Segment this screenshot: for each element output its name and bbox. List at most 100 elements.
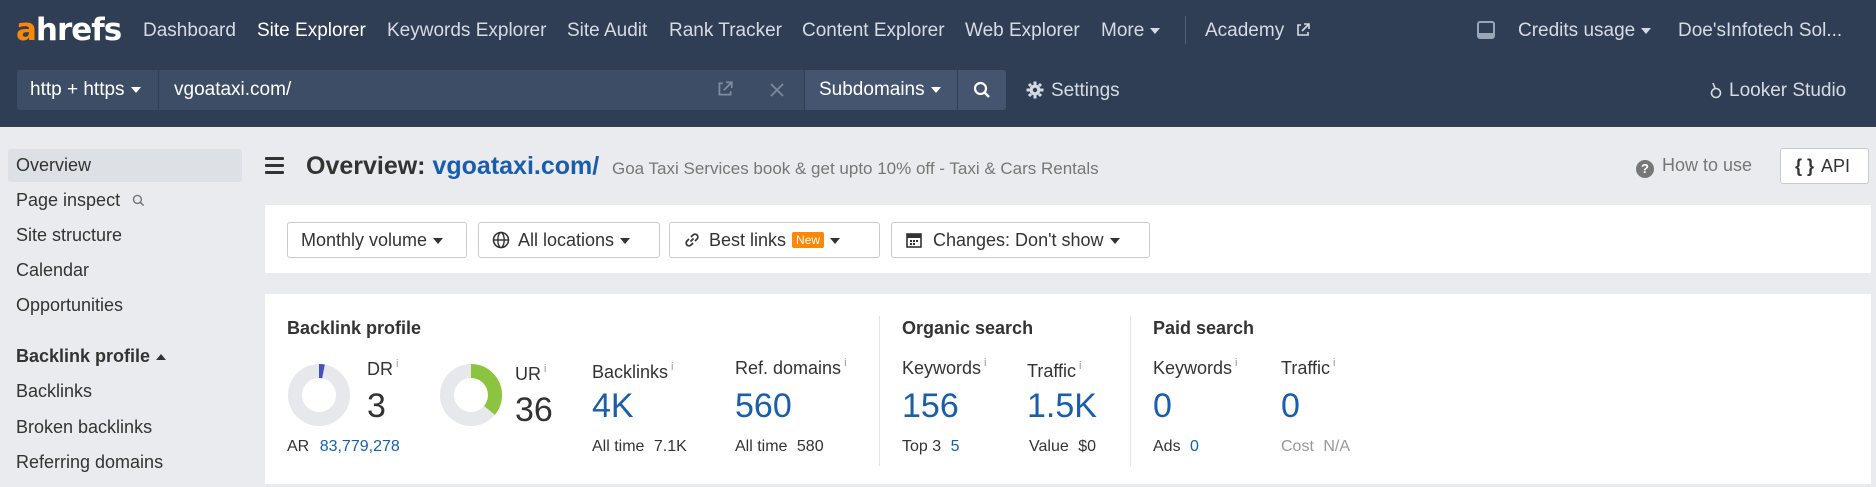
backlinks-alltime-label: All time [592,438,645,455]
how-to-use-link[interactable]: ? How to use [1636,155,1752,178]
nav-academy[interactable]: Academy [1205,20,1311,42]
page-title-prefix: Overview: [306,152,426,180]
sidebar-item-broken-backlinks[interactable]: Broken backlinks [16,417,152,438]
nav-web-explorer[interactable]: Web Explorer [965,20,1080,42]
chevron-down-icon [830,238,841,245]
credits-usage-label: Credits usage [1518,20,1636,41]
info-icon[interactable]: i [1235,357,1237,369]
backlinks-alltime-row: All time 7.1K [592,438,687,456]
paid-keywords-value[interactable]: 0 [1153,387,1172,426]
dr-value: 3 [367,387,386,425]
volume-label: Monthly volume [301,230,428,250]
organic-value-row: Value $0 [1029,438,1096,456]
nav-more-label: More [1101,20,1145,41]
target-url-input[interactable]: vgoataxi.com/ [159,70,804,110]
sidebar-item-backlinks[interactable]: Backlinks [16,381,92,402]
paid-traffic-value[interactable]: 0 [1281,387,1300,426]
scope-select[interactable]: Subdomains [805,70,957,110]
looker-studio-button[interactable]: Looker Studio [1709,80,1846,102]
help-icon: ? [1636,160,1654,178]
paid-ads-value[interactable]: 0 [1190,438,1199,455]
nav-site-audit[interactable]: Site Audit [567,20,647,42]
sidebar-item-calendar[interactable]: Calendar [16,260,89,281]
best-links-select[interactable]: Best links New [669,222,880,258]
nav-site-explorer[interactable]: Site Explorer [257,20,366,42]
ref-domains-alltime-label: All time [735,438,788,455]
organic-traffic-value[interactable]: 1.5K [1027,387,1097,426]
info-icon[interactable]: i [984,357,986,369]
ar-label: AR [287,438,310,455]
backlink-profile-title: Backlink profile [287,318,422,338]
backlinks-label: Backlinks i [592,361,673,383]
menu-toggle-icon[interactable] [265,157,284,178]
credits-usage-menu[interactable]: Credits usage [1518,20,1652,42]
settings-button[interactable]: Settings [1026,80,1120,102]
account-menu[interactable]: Doe'sInfotech Sol... [1678,20,1842,42]
notifications-icon[interactable] [1476,20,1496,40]
clear-icon[interactable] [769,82,785,98]
locations-label: All locations [518,230,615,250]
info-icon[interactable]: i [1079,360,1081,372]
sidebar-item-site-structure[interactable]: Site structure [16,225,122,246]
organic-top3-value[interactable]: 5 [951,438,960,455]
organic-traffic-label-text: Traffic [1027,361,1077,381]
ahrefs-logo[interactable]: ahrefs [16,12,122,48]
search-icon [973,81,990,98]
sidebar-item-overview[interactable]: Overview [16,155,91,176]
search-icon [132,194,145,207]
organic-search-title: Organic search [902,318,1034,338]
section-divider [1130,316,1131,466]
protocol-select[interactable]: http + https [17,70,158,110]
dr-label: DR i [367,358,398,380]
info-icon[interactable]: i [544,363,546,375]
nav-dashboard[interactable]: Dashboard [143,20,236,42]
protocol-value: http + https [30,79,125,100]
link-icon [685,233,699,247]
paid-ads-label: Ads [1153,438,1181,455]
changes-label: Changes: Don't show [933,230,1104,250]
open-url-icon[interactable] [716,80,734,98]
chevron-up-icon [156,354,167,361]
page-title-url[interactable]: vgoataxi.com/ [432,152,599,180]
sidebar: Overview Page inspect Site structure Cal… [0,127,250,487]
external-link-icon [1297,23,1311,36]
calendar-icon [906,233,922,248]
nav-rank-tracker[interactable]: Rank Tracker [669,20,782,42]
sidebar-item-page-inspect-label: Page inspect [16,190,121,210]
ar-value[interactable]: 83,779,278 [320,438,400,455]
ur-label: UR i [515,363,546,385]
info-icon[interactable]: i [671,361,673,373]
code-braces-icon: { } [1795,156,1815,176]
organic-top3-row: Top 3 5 [902,438,960,456]
dr-label-text: DR [367,359,393,379]
chevron-down-icon [1150,27,1161,34]
info-icon[interactable]: i [396,358,398,370]
how-to-use-label: How to use [1662,155,1753,175]
api-button[interactable]: { } API [1780,148,1869,184]
sidebar-item-referring-domains[interactable]: Referring domains [16,452,163,473]
nav-content-explorer[interactable]: Content Explorer [802,20,945,42]
ref-domains-label: Ref. domains i [735,357,847,379]
organic-value-label: Value [1029,438,1069,455]
backlinks-value[interactable]: 4K [592,387,634,426]
sidebar-item-page-inspect[interactable]: Page inspect [16,190,145,211]
api-label: API [1821,156,1851,176]
nav-more[interactable]: More [1101,20,1161,42]
locations-select[interactable]: All locations [478,222,660,258]
organic-keywords-value[interactable]: 156 [902,387,959,426]
new-badge: New [792,232,825,248]
sidebar-item-opportunities[interactable]: Opportunities [16,295,123,316]
sidebar-section-label: Backlink profile [16,346,151,366]
paid-keywords-label: Keywords i [1153,357,1237,379]
info-icon[interactable]: i [844,357,846,369]
nav-keywords-explorer[interactable]: Keywords Explorer [387,20,546,42]
changes-select[interactable]: Changes: Don't show [891,222,1150,258]
sidebar-section-backlink-profile[interactable]: Backlink profile [16,346,167,367]
chevron-down-icon [1641,27,1652,34]
ref-domains-value[interactable]: 560 [735,387,792,426]
section-divider [879,316,880,466]
volume-select[interactable]: Monthly volume [287,222,467,258]
info-icon[interactable]: i [1333,357,1335,369]
ref-domains-label-text: Ref. domains [735,358,842,378]
search-button[interactable] [958,70,1006,110]
